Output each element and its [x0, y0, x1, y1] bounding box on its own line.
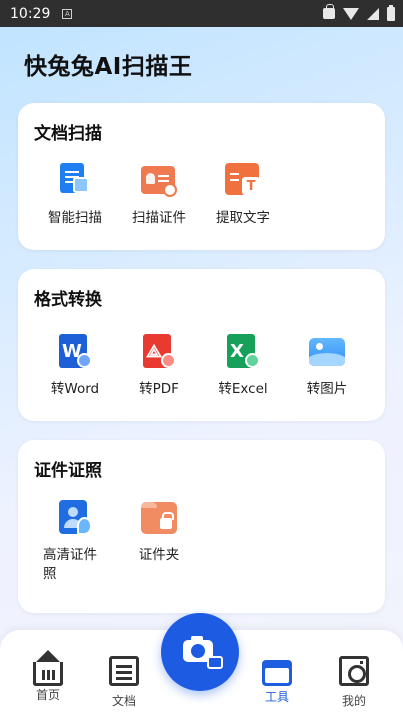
- nav-documents[interactable]: 文档: [94, 656, 154, 709]
- id-scan-button[interactable]: 扫描证件: [117, 163, 201, 228]
- section-title: 证件证照: [34, 461, 102, 481]
- nav-label: 我的: [341, 694, 366, 708]
- id-scan-icon: [141, 163, 177, 199]
- battery-icon: [387, 4, 395, 21]
- wifi-icon: [343, 7, 359, 20]
- tool-label: 证件夹: [138, 547, 180, 563]
- hd-photo-icon: [57, 500, 93, 536]
- nav-profile[interactable]: 我的: [324, 656, 384, 709]
- section-title: 格式转换: [34, 290, 102, 310]
- to-pdf-button[interactable]: ⟁ 转PDF: [117, 334, 201, 399]
- home-icon: [33, 650, 63, 686]
- folder-lock-icon: [141, 500, 177, 536]
- word-icon: W: [57, 334, 93, 370]
- profile-icon: [339, 656, 369, 686]
- to-excel-button[interactable]: X 转Excel: [201, 334, 285, 399]
- nav-label: 文档: [111, 694, 136, 708]
- tool-label: 转Word: [50, 381, 100, 397]
- excel-icon: X: [225, 334, 261, 370]
- section-title: 文档扫描: [34, 124, 102, 144]
- tools-icon: [262, 660, 292, 686]
- status-time: 10:29: [10, 5, 51, 22]
- nav-label: 工具: [264, 690, 289, 704]
- nav-tools[interactable]: 工具: [247, 656, 307, 705]
- notification-a-icon: A: [62, 8, 73, 19]
- to-image-button[interactable]: 转图片: [285, 334, 369, 399]
- scan-frame-icon: [207, 656, 223, 669]
- document-scan-card: 文档扫描 智能扫描 扫描证件 T 提取文字: [18, 103, 385, 250]
- documents-icon: [109, 656, 139, 686]
- camera-scan-button[interactable]: [161, 613, 239, 691]
- nav-home[interactable]: 首页: [18, 650, 78, 703]
- hd-id-photo-button[interactable]: 高清证件照: [33, 500, 117, 584]
- extract-text-button[interactable]: T 提取文字: [201, 163, 285, 228]
- to-word-button[interactable]: W 转Word: [33, 334, 117, 399]
- app-title: 快兔兔AI扫描王: [24, 54, 193, 80]
- extract-text-icon: T: [225, 163, 261, 199]
- tool-label: 转PDF: [139, 381, 179, 397]
- tool-label: 智能扫描: [48, 210, 102, 226]
- status-bar: 10:29 A: [0, 0, 403, 27]
- nav-label: 首页: [35, 688, 60, 702]
- smart-scan-icon: [57, 163, 93, 199]
- image-icon: [309, 334, 345, 370]
- tool-label: 转图片: [306, 381, 348, 397]
- tool-label: 提取文字: [216, 210, 270, 226]
- tool-label: 高清证件照: [43, 547, 97, 582]
- id-photo-card: 证件证照 高清证件照 证件夹: [18, 440, 385, 613]
- tool-label: 扫描证件: [132, 210, 186, 226]
- tool-label: 转Excel: [218, 381, 268, 397]
- signal-icon: [367, 7, 379, 20]
- smart-scan-button[interactable]: 智能扫描: [33, 163, 117, 228]
- format-convert-card: 格式转换 W 转Word ⟁ 转PDF X 转Excel 转图片: [18, 269, 385, 421]
- pdf-icon: ⟁: [141, 334, 177, 370]
- id-folder-button[interactable]: 证件夹: [117, 500, 201, 565]
- shopping-bag-icon: [323, 4, 335, 19]
